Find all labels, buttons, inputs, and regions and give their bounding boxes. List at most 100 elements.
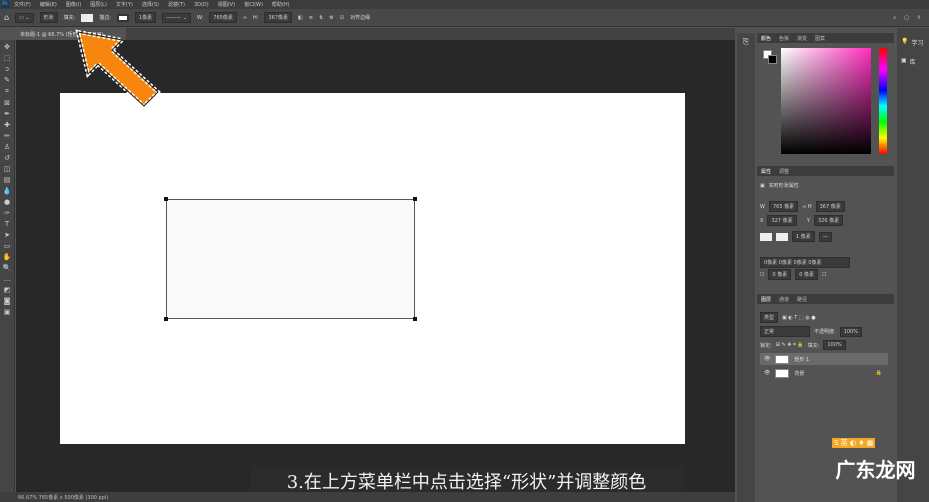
filter-icons[interactable]: ▣ ◐ T ⬚ ◍ ● bbox=[782, 315, 816, 321]
stroke-type-select[interactable]: ——— ⌄ bbox=[162, 12, 191, 23]
hue-slider[interactable] bbox=[879, 48, 887, 154]
visibility-eye-icon[interactable]: 👁 bbox=[764, 356, 770, 362]
zoom-tool-icon[interactable]: 🔍 bbox=[3, 264, 12, 272]
prop-radius-1[interactable]: 0 像素 bbox=[768, 269, 792, 280]
prop-x[interactable]: 327 像素 bbox=[767, 215, 797, 226]
prop-y[interactable]: 326 像素 bbox=[814, 215, 844, 226]
tab-paths[interactable]: 路径 bbox=[797, 296, 807, 303]
handle[interactable] bbox=[164, 197, 168, 201]
healing-tool-icon[interactable]: ✚ bbox=[4, 121, 10, 129]
tab-patterns[interactable]: 图案 bbox=[815, 35, 825, 42]
menu-image[interactable]: 图像(I) bbox=[66, 1, 81, 8]
color-picker-field[interactable] bbox=[781, 48, 871, 154]
menu-window[interactable]: 窗口(W) bbox=[244, 1, 263, 8]
workspace-icon[interactable]: ▢ bbox=[904, 15, 909, 21]
shape-tool-icon[interactable]: ▭ bbox=[4, 242, 11, 250]
gear-icon[interactable]: ⚙ bbox=[329, 15, 333, 21]
prop-stroke-swatch[interactable] bbox=[776, 232, 788, 241]
height-input[interactable]: 367像素 bbox=[264, 12, 293, 23]
tool-preset-picker[interactable]: ▭ ⌄ bbox=[15, 12, 34, 23]
eraser-tool-icon[interactable]: ◫ bbox=[4, 165, 11, 173]
tab-properties[interactable]: 属性 bbox=[761, 168, 771, 175]
tab-color[interactable]: 颜色 bbox=[761, 35, 771, 42]
pen-tool-icon[interactable]: ✑ bbox=[4, 209, 10, 217]
path-ops-icon[interactable]: ◧ bbox=[298, 15, 303, 21]
blur-tool-icon[interactable]: 💧 bbox=[3, 187, 12, 195]
layer-name: 矩形 1 bbox=[794, 356, 810, 363]
prop-fill-swatch[interactable] bbox=[760, 232, 772, 241]
quick-mask-icon[interactable]: ◙ bbox=[4, 297, 11, 305]
dodge-tool-icon[interactable]: ● bbox=[4, 198, 10, 206]
prop-stroke-width[interactable]: 1 像素 bbox=[792, 231, 815, 242]
tab-gradients[interactable]: 渐变 bbox=[797, 35, 807, 42]
opacity-input[interactable]: 100% bbox=[839, 326, 862, 337]
tab-channels[interactable]: 通道 bbox=[779, 296, 789, 303]
menu-edit[interactable]: 编辑(E) bbox=[40, 1, 57, 8]
status-bar: 66.67% 765像素 x 500像素 (300 ppi) bbox=[0, 492, 735, 502]
link-icon[interactable]: ∞ bbox=[243, 15, 247, 21]
hand-tool-icon[interactable]: ✋ bbox=[3, 253, 12, 261]
search-icon[interactable]: ⌕ bbox=[893, 15, 896, 21]
stamp-tool-icon[interactable]: ♙ bbox=[4, 143, 10, 151]
home-icon[interactable]: ⌂ bbox=[4, 13, 9, 22]
handle[interactable] bbox=[164, 317, 168, 321]
layer-row[interactable]: 👁 背景 🔒 bbox=[760, 367, 888, 379]
prop-radius-2[interactable]: 0 像素 bbox=[795, 269, 819, 280]
layer-filter-select[interactable]: 类型 bbox=[760, 312, 779, 323]
menu-type[interactable]: 文字(Y) bbox=[116, 1, 133, 8]
align-edges-checkbox[interactable]: ☑ bbox=[340, 15, 344, 21]
path-select-tool-icon[interactable]: ➤ bbox=[4, 231, 10, 239]
menu-select[interactable]: 选择(S) bbox=[142, 1, 159, 8]
marquee-tool-icon[interactable]: ⬚ bbox=[4, 54, 11, 62]
prop-height[interactable]: 367 像素 bbox=[815, 201, 845, 212]
fill-swatch[interactable] bbox=[81, 13, 94, 22]
tab-swatches[interactable]: 色板 bbox=[779, 35, 789, 42]
visibility-eye-icon[interactable]: 👁 bbox=[764, 370, 770, 376]
fill-label: 填充: bbox=[63, 15, 76, 21]
color-swatches-icon[interactable]: ◩ bbox=[4, 286, 11, 294]
menu-file[interactable]: 文件(F) bbox=[14, 1, 31, 8]
menu-3d[interactable]: 3D(D) bbox=[194, 2, 209, 8]
background-color-swatch[interactable] bbox=[768, 55, 777, 64]
menu-layer[interactable]: 图层(L) bbox=[90, 1, 107, 8]
path-align-icon[interactable]: ≡ bbox=[309, 15, 313, 21]
layer-row[interactable]: 👁 矩形 1 bbox=[760, 353, 888, 365]
tab-layers[interactable]: 图层 bbox=[761, 296, 771, 303]
learn-button[interactable]: 💡 学习 bbox=[897, 28, 929, 47]
crop-tool-icon[interactable]: ⌗ bbox=[5, 87, 9, 96]
path-arrange-icon[interactable]: ⇅ bbox=[319, 15, 323, 21]
screen-mode-icon[interactable]: ▣ bbox=[4, 308, 11, 316]
brush-tool-icon[interactable]: ✏ bbox=[4, 132, 10, 140]
gradient-tool-icon[interactable]: ▤ bbox=[4, 176, 11, 184]
width-input[interactable]: 765像素 bbox=[209, 12, 237, 23]
libraries-button[interactable]: ▣ 库 bbox=[897, 47, 929, 66]
fill-input[interactable]: 100% bbox=[823, 340, 846, 350]
handle[interactable] bbox=[413, 317, 417, 321]
stroke-swatch[interactable] bbox=[116, 13, 129, 22]
menu-view[interactable]: 视图(V) bbox=[218, 1, 235, 8]
frame-tool-icon[interactable]: ⊠ bbox=[4, 99, 10, 107]
history-icon[interactable]: ⎘ bbox=[737, 37, 755, 47]
menu-help[interactable]: 帮助(H) bbox=[272, 1, 290, 8]
type-tool-icon[interactable]: T bbox=[5, 220, 9, 228]
mode-select[interactable]: 形状 bbox=[39, 12, 58, 23]
more-tools-icon[interactable]: … bbox=[4, 275, 11, 283]
share-icon[interactable]: ⇪ bbox=[917, 15, 921, 21]
menu-filter[interactable]: 滤镜(T) bbox=[168, 1, 185, 8]
layer-name: 背景 bbox=[794, 370, 805, 377]
options-bar: ⌂ ▭ ⌄ 形状 填充: 描边: 1像素 ——— ⌄ W: 765像素 ∞ H:… bbox=[0, 9, 929, 27]
prop-width[interactable]: 765 像素 bbox=[768, 201, 799, 212]
quick-select-tool-icon[interactable]: ✎ bbox=[4, 76, 10, 84]
handle[interactable] bbox=[413, 197, 417, 201]
move-tool-icon[interactable]: ✥ bbox=[4, 43, 10, 51]
blend-mode-select[interactable]: 正常 bbox=[760, 326, 810, 337]
tab-adjustments[interactable]: 调整 bbox=[779, 168, 789, 175]
prop-corner-radii[interactable]: 0像素 0像素 0像素 0像素 bbox=[760, 257, 850, 268]
lasso-tool-icon[interactable]: ↄ bbox=[5, 65, 9, 73]
prop-stroke-type[interactable]: — bbox=[818, 231, 832, 242]
stroke-width-input[interactable]: 1像素 bbox=[134, 12, 157, 23]
history-brush-icon[interactable]: ↺ bbox=[4, 154, 10, 162]
lock-icons[interactable]: ⊞ ✎ ✥ ⌗ 🔒 bbox=[776, 342, 804, 348]
eyedropper-tool-icon[interactable]: ✒ bbox=[4, 110, 10, 118]
rectangle-shape[interactable] bbox=[164, 197, 417, 321]
